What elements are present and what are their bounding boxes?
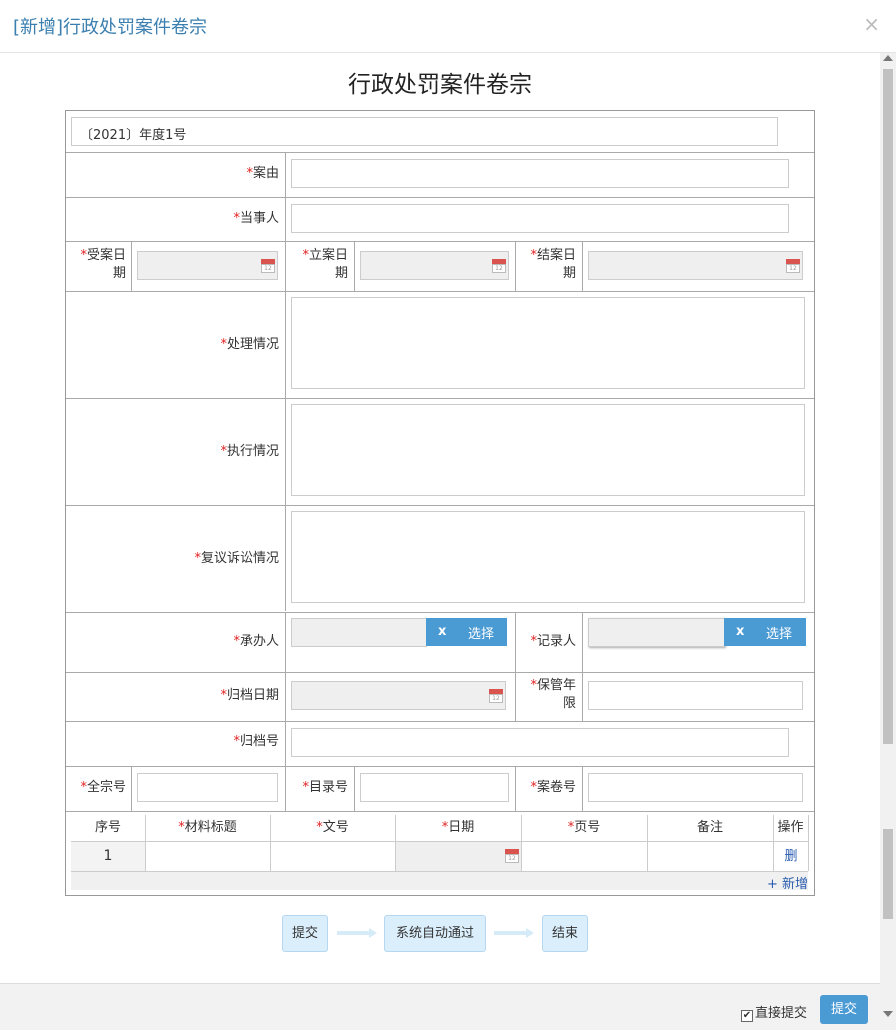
execution-label: *执行情况	[220, 444, 279, 459]
materials-header-page: *页号	[567, 820, 601, 835]
recorder-input[interactable]	[588, 618, 725, 647]
submit-button[interactable]: 提交	[820, 995, 868, 1024]
volume-no-input[interactable]	[588, 773, 803, 802]
scrollbar-thumb[interactable]	[883, 69, 893, 744]
modal-header: [新增]行政处罚案件卷宗 ×	[0, 0, 896, 53]
party-input[interactable]	[291, 204, 789, 233]
review-label: *复议诉讼情况	[194, 551, 279, 566]
materials-header-title: *材料标题	[178, 820, 237, 835]
materials-row-index: 1	[71, 842, 145, 871]
materials-header-docno: *文号	[316, 820, 349, 835]
materials-header-remark: 备注	[696, 820, 723, 835]
clear-icon[interactable]: x	[438, 624, 446, 639]
handling-label: *处理情况	[220, 337, 279, 352]
calendar-icon[interactable]: 12	[261, 259, 275, 273]
materials-header-index: 序号	[94, 820, 121, 835]
year-number-field[interactable]: 〔2021〕年度1号	[71, 117, 778, 146]
modal-body: 行政处罚案件卷宗 〔2021〕年度1号 *案由 *当事人 *受案日期 12 *立…	[0, 53, 880, 983]
archive-no-input[interactable]	[291, 728, 789, 757]
fonds-no-label: *全宗号	[80, 780, 126, 795]
scrollbar[interactable]	[880, 53, 896, 1030]
scroll-up-icon[interactable]	[883, 55, 893, 61]
volume-no-label: *案卷号	[530, 780, 576, 795]
recorder-select-button[interactable]: x 选择	[724, 618, 806, 646]
case-reason-label: *案由	[246, 166, 279, 181]
modal-title: [新增]行政处罚案件卷宗	[13, 17, 208, 38]
materials-table: 序号 *材料标题 *文号 *日期 *页号 备注 操作 1 12 删 + 新增	[71, 815, 809, 892]
archive-no-label: *归档号	[233, 734, 279, 749]
archive-date-input[interactable]: 12	[291, 681, 506, 710]
undertaker-label: *承办人	[233, 634, 279, 649]
catalog-no-label: *目录号	[302, 780, 348, 795]
party-label: *当事人	[233, 211, 279, 226]
review-textarea[interactable]	[291, 511, 805, 603]
arrow-right-icon	[337, 928, 377, 938]
calendar-icon[interactable]: 12	[489, 689, 503, 703]
case-reason-input[interactable]	[291, 159, 789, 188]
material-docno-input[interactable]	[271, 842, 395, 871]
flow-step-auto-pass: 系统自动通过	[384, 915, 486, 952]
calendar-icon[interactable]: 12	[505, 849, 519, 863]
year-number-value: 〔2021〕年度1号	[80, 128, 187, 143]
close-date-label: *结案日期	[530, 248, 576, 281]
scroll-down-icon[interactable]	[883, 1011, 893, 1017]
close-date-input[interactable]: 12	[588, 251, 803, 280]
retention-label: *保管年限	[530, 678, 576, 711]
fonds-no-input[interactable]	[137, 773, 278, 802]
close-icon[interactable]: ×	[863, 12, 880, 36]
direct-submit-checkbox[interactable]: ✔ 直接提交	[741, 1002, 807, 1022]
materials-header-date: *日期	[441, 820, 475, 835]
arrow-right-icon	[494, 928, 534, 938]
material-title-input[interactable]	[146, 842, 270, 871]
material-page-input[interactable]	[522, 842, 647, 871]
flow-step-submit: 提交	[282, 915, 328, 952]
accept-date-label: *受案日期	[80, 248, 126, 281]
delete-row-link[interactable]: 删	[774, 842, 808, 871]
accept-date-input[interactable]: 12	[137, 251, 278, 280]
undertaker-input[interactable]	[291, 618, 427, 647]
file-date-label: *立案日期	[302, 248, 348, 281]
archive-date-label: *归档日期	[220, 688, 279, 703]
add-row-link[interactable]: + 新增	[767, 873, 808, 892]
clear-icon[interactable]: x	[736, 624, 744, 639]
scrollbar-thumb-secondary[interactable]	[883, 829, 893, 919]
flow-step-end: 结束	[542, 915, 588, 952]
retention-input[interactable]	[588, 681, 803, 710]
calendar-icon[interactable]: 12	[492, 259, 506, 273]
material-date-input[interactable]: 12	[396, 842, 521, 871]
modal-footer: ✔ 直接提交 提交	[0, 983, 880, 1030]
catalog-no-input[interactable]	[360, 773, 509, 802]
document-title: 行政处罚案件卷宗	[348, 72, 532, 98]
materials-header-action: 操作	[777, 820, 804, 835]
recorder-label: *记录人	[530, 634, 576, 649]
material-remark-input[interactable]	[648, 842, 773, 871]
execution-textarea[interactable]	[291, 404, 805, 496]
undertaker-select-button[interactable]: x 选择	[426, 618, 507, 646]
handling-textarea[interactable]	[291, 297, 805, 389]
calendar-icon[interactable]: 12	[786, 259, 800, 273]
checkbox-icon[interactable]: ✔	[741, 1010, 753, 1022]
case-form: 〔2021〕年度1号 *案由 *当事人 *受案日期 12 *立案日期 12 *结…	[65, 110, 815, 896]
file-date-input[interactable]: 12	[360, 251, 509, 280]
